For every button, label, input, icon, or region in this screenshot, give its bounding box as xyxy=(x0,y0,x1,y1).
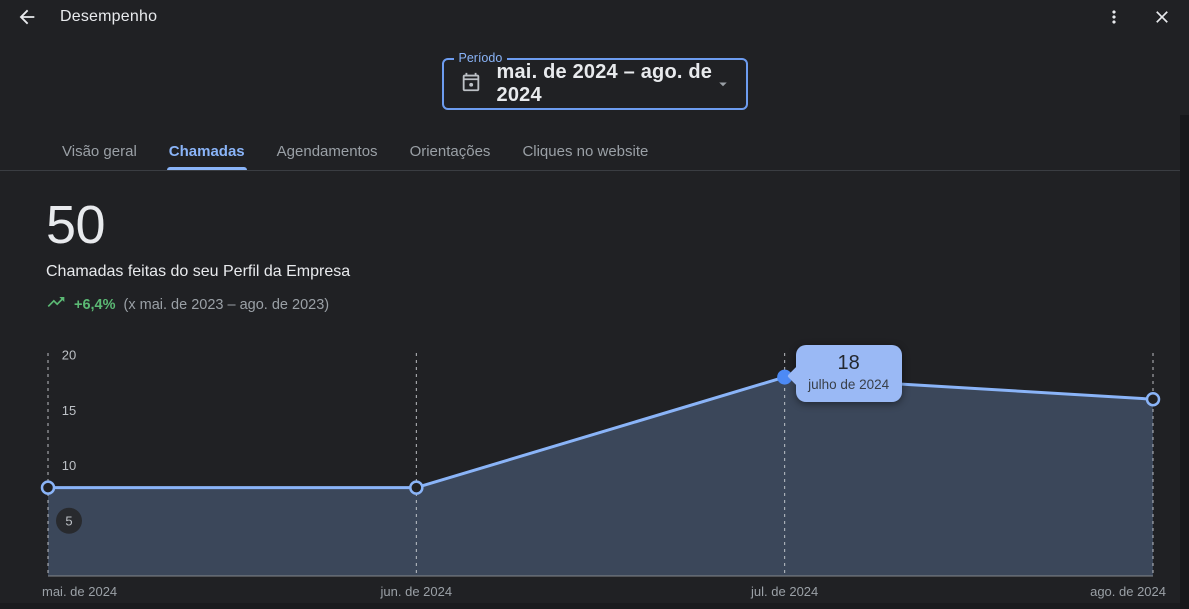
chart-area xyxy=(48,377,1153,576)
calls-line-chart: 5 10 15 20 mai. de 2024 jun. de 2024 jul. de 2… xyxy=(0,339,1189,609)
arrow-left-icon xyxy=(16,6,38,28)
chart-point[interactable] xyxy=(1147,393,1159,405)
tab-agendamentos[interactable]: Agendamentos xyxy=(261,132,394,170)
calls-chart: 5 10 15 20 mai. de 2024 jun. de 2024 jul. de 2… xyxy=(0,339,1189,609)
metric-summary: 50 Chamadas feitas do seu Perfil da Empr… xyxy=(46,196,350,317)
trend-comparison: (x mai. de 2023 – ago. de 2023) xyxy=(124,297,330,313)
page-title: Desempenho xyxy=(60,8,157,26)
chart-point[interactable] xyxy=(410,482,422,494)
close-icon xyxy=(1152,7,1172,27)
period-selector-label: Período xyxy=(454,51,508,65)
tab-cliques-no-website[interactable]: Cliques no website xyxy=(506,132,664,170)
tab-chamadas[interactable]: Chamadas xyxy=(153,132,261,170)
back-button[interactable] xyxy=(14,4,40,30)
trend-percent: +6,4% xyxy=(74,297,116,313)
more-options-button[interactable] xyxy=(1101,4,1127,30)
tab-orientacoes[interactable]: Orientações xyxy=(394,132,507,170)
x-tick-label: jun. de 2024 xyxy=(380,584,453,599)
trend-row: +6,4% (x mai. de 2023 – ago. de 2023) xyxy=(46,292,350,317)
period-selector[interactable]: Período mai. de 2024 – ago. de 2024 xyxy=(442,58,748,110)
metric-description: Chamadas feitas do seu Perfil da Empresa xyxy=(46,263,350,281)
y-tick-label: 10 xyxy=(62,458,76,473)
y-tick-label: 15 xyxy=(62,403,76,418)
tab-visao-geral[interactable]: Visão geral xyxy=(46,132,153,170)
close-button[interactable] xyxy=(1149,4,1175,30)
y-tick-label: 5 xyxy=(65,513,72,528)
tooltip-date: julho de 2024 xyxy=(802,376,896,393)
period-selector-value: mai. de 2024 – ago. de 2024 xyxy=(497,61,714,107)
kebab-menu-icon xyxy=(1104,7,1124,27)
chart-point[interactable] xyxy=(42,482,54,494)
y-tick-label: 20 xyxy=(62,348,76,363)
trending-up-icon xyxy=(46,292,66,317)
scrollbar-track[interactable] xyxy=(1180,115,1189,609)
dropdown-caret-icon xyxy=(714,75,732,93)
x-tick-label: ago. de 2024 xyxy=(1090,584,1166,599)
tooltip-value: 18 xyxy=(802,351,896,376)
bottom-edge xyxy=(0,603,1180,609)
x-tick-label: jul. de 2024 xyxy=(750,584,818,599)
header: Desempenho xyxy=(0,0,1189,34)
tab-bar: Visão geral Chamadas Agendamentos Orient… xyxy=(0,132,1189,171)
chart-tooltip: 18 julho de 2024 xyxy=(796,345,902,402)
calendar-icon xyxy=(460,71,482,98)
metric-value: 50 xyxy=(46,196,350,254)
x-tick-label: mai. de 2024 xyxy=(42,584,117,599)
